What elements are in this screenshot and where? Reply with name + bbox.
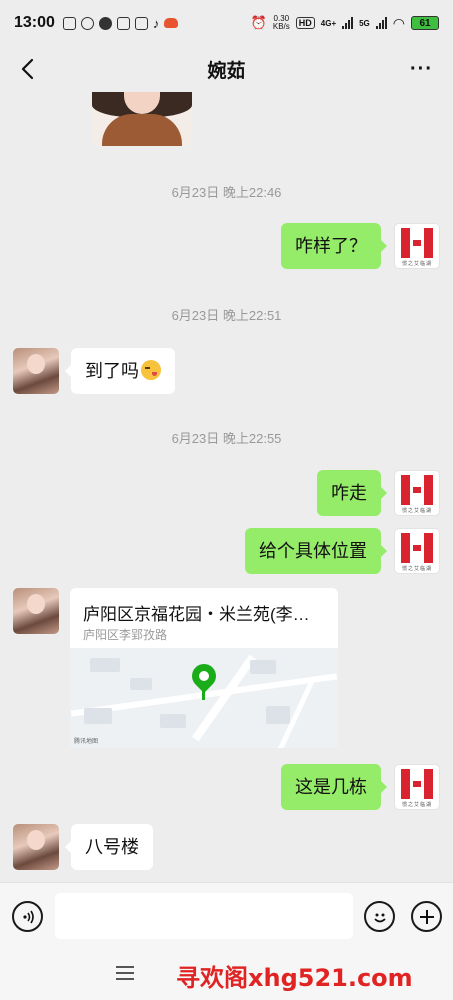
- hd-badge: HD: [295, 17, 315, 29]
- message-bubble[interactable]: 咋走: [317, 470, 387, 516]
- more-options-icon[interactable]: ···: [410, 58, 433, 81]
- timestamp: 6月23日 晚上22:51: [171, 308, 282, 323]
- message-icon: [98, 16, 112, 30]
- voice-icon[interactable]: [12, 901, 43, 932]
- navigation-bar: 寻欢阁xhg521.com: [0, 948, 453, 1000]
- self-avatar[interactable]: 惯之艾临湖: [394, 764, 440, 810]
- notification-icons: ♪: [62, 15, 179, 31]
- self-avatar[interactable]: 惯之艾临湖: [394, 470, 440, 516]
- watermark: 寻欢阁xhg521.com: [176, 964, 413, 992]
- status-bar: 13:00 ♪ ⏰ 0.30 KB/s HD 4G+ 5G ◠ 61: [0, 0, 453, 46]
- contact-avatar[interactable]: [13, 588, 59, 634]
- map-preview[interactable]: 腾讯地图: [70, 648, 338, 748]
- input-bar: [0, 882, 453, 948]
- timestamp: 6月23日 晚上22:55: [171, 431, 282, 446]
- chevron-left-icon[interactable]: [16, 56, 42, 82]
- message-bubble[interactable]: 这是几栋: [281, 764, 387, 810]
- location-card[interactable]: 庐阳区京福花园・米兰苑(李… 庐阳区李郢孜路 腾讯地图: [70, 588, 338, 748]
- location-address: 庐阳区李郢孜路: [83, 628, 168, 642]
- self-avatar[interactable]: 惯之艾临湖: [394, 528, 440, 574]
- system-status: ⏰ 0.30 KB/s HD 4G+ 5G ◠ 61: [251, 15, 439, 32]
- message-bubble[interactable]: 八号楼: [65, 824, 153, 870]
- app-notification-icon: [62, 16, 76, 30]
- brand-logo-icon: [401, 228, 433, 258]
- battery-indicator: 61: [411, 16, 439, 30]
- signal-label-4g: 4G+: [320, 18, 337, 28]
- photo-message[interactable]: [92, 92, 192, 146]
- emoji-icon[interactable]: [364, 901, 395, 932]
- game-icon: [164, 18, 179, 28]
- message-bubble[interactable]: 咋样了？: [281, 223, 387, 269]
- status-time: 13:00: [14, 14, 55, 31]
- chat-title: 婉茹: [207, 60, 246, 82]
- chat-header: 婉茹 ···: [0, 46, 453, 92]
- timestamp: 6月23日 晚上22:46: [171, 185, 282, 200]
- qq-icon: [80, 16, 94, 30]
- alarm-icon: ⏰: [250, 15, 267, 30]
- self-avatar[interactable]: 惯之艾临湖: [394, 223, 440, 269]
- plus-icon[interactable]: [411, 901, 442, 932]
- brand-logo-icon: [401, 475, 433, 505]
- message-bubble[interactable]: 给个具体位置: [245, 528, 387, 574]
- signal-label-5g: 5G: [359, 18, 370, 28]
- message-bubble[interactable]: 到了吗: [65, 348, 175, 394]
- menu-icon[interactable]: [116, 966, 134, 980]
- app-icon: [134, 16, 148, 30]
- signal-bars-icon: [375, 17, 387, 29]
- network-speed: 0.30 KB/s: [272, 14, 290, 31]
- contact-avatar[interactable]: [13, 348, 59, 394]
- wink-kiss-emoji-icon: [141, 360, 161, 380]
- message-input[interactable]: [55, 893, 353, 939]
- brand-logo-icon: [401, 769, 433, 799]
- send-icon: [116, 16, 130, 30]
- map-provider-label: 腾讯地图: [74, 739, 99, 745]
- brand-logo-icon: [401, 533, 433, 563]
- signal-bars-icon: [342, 17, 354, 29]
- wifi-icon: ◠: [392, 14, 405, 31]
- message-list[interactable]: 6月23日 晚上22:46 咋样了？ 惯之艾临湖 6月23日 晚上22:51 到…: [0, 92, 453, 882]
- tiktok-icon: ♪: [152, 15, 160, 31]
- location-title: 庐阳区京福花园・米兰苑(李…: [83, 605, 310, 624]
- contact-avatar[interactable]: [13, 824, 59, 870]
